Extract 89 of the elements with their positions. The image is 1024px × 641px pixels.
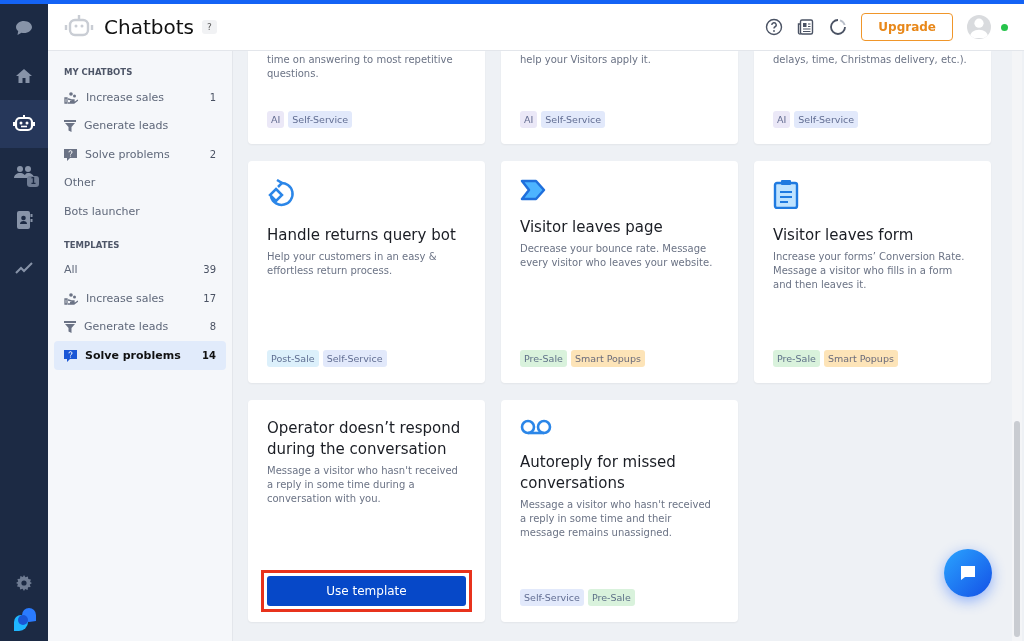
sidebar-item[interactable]: Generate leads	[54, 111, 226, 140]
hand-coins-icon	[64, 90, 78, 104]
chat-icon	[959, 564, 977, 582]
sidebar-item[interactable]: All 39	[54, 255, 226, 284]
card-description: Decrease your bounce rate. Message every visitor who leaves your website.	[520, 242, 714, 270]
people-icon	[14, 165, 34, 179]
sidebar-item[interactable]: Generate leads 8	[54, 312, 226, 341]
help-button[interactable]: ?	[201, 20, 217, 34]
scrollbar[interactable]	[1012, 51, 1022, 641]
item-label: Increase sales	[86, 291, 166, 305]
item-label: Generate leads	[84, 119, 170, 133]
card-description: Message a visitor who hasn't received a reply in some time and their message remains unassigned.	[520, 498, 712, 540]
chart-line-icon	[15, 262, 33, 274]
card-description: help your Visitors apply it.	[520, 53, 652, 67]
tag: Pre-Sale	[773, 350, 820, 367]
item-label: All	[64, 263, 79, 277]
template-card[interactable]: time on answering to most repetitive questions. AI Self-Service	[248, 51, 485, 144]
template-card[interactable]: Handle returns query bot Help your customers in an easy & effortless return process. Post-Sale Self-Service	[248, 161, 485, 383]
tag: Self-Service	[322, 350, 387, 367]
sidebar-item[interactable]: Other	[54, 168, 226, 197]
page-title: Chatbots	[104, 15, 194, 39]
voicemail-icon	[520, 418, 552, 436]
item-count: 2	[209, 148, 216, 160]
count-badge: 1	[27, 176, 39, 187]
question-bubble-icon	[64, 348, 77, 362]
use-template-button[interactable]: Use template	[267, 576, 466, 606]
settings-icon[interactable]	[16, 575, 32, 591]
card-description: time on answering to most repetitive questions.	[267, 53, 454, 81]
card-description: Increase your forms’ Conversion Rate. Message a visitor who fills in a form and then leaves it.	[773, 250, 966, 292]
sidebar-item[interactable]: Bots launcher	[54, 197, 226, 226]
tag: Self-Service	[794, 111, 859, 128]
newspaper-icon[interactable]	[797, 18, 816, 36]
tag: Pre-Sale	[520, 350, 567, 367]
item-label: Solve problems	[85, 147, 171, 161]
card-title: Operator doesn’t respond during the conversation	[267, 418, 462, 460]
help-icon[interactable]	[765, 18, 784, 36]
sidebar-item[interactable]: Solve problems 14	[54, 341, 226, 370]
card-description: delays, time, Christmas delivery, etc.).	[773, 53, 968, 67]
hand-coins-icon	[64, 291, 78, 305]
template-card[interactable]: Visitor leaves form Increase your forms’ Conversion Rate. Message a visitor who fills in a form and then leaves it. Pre-Sale Smart Popups	[754, 161, 991, 383]
section-heading: MY CHATBOTS	[63, 66, 134, 79]
card-title: Autoreply for missed conversations	[520, 452, 677, 494]
tag: Self-Service	[288, 111, 353, 128]
item-label: Increase sales	[86, 90, 166, 104]
card-description: Message a visitor who hasn't received a reply in some time during a conversation with you.	[267, 464, 459, 506]
item-count: 8	[209, 321, 216, 333]
clipboard-icon	[773, 179, 799, 209]
card-title: Visitor leaves page	[520, 217, 664, 238]
tag: AI	[520, 111, 538, 128]
progress-ring-icon[interactable]	[829, 18, 848, 36]
tag: Self-Service	[541, 111, 606, 128]
tag: Smart Popups	[823, 350, 898, 367]
item-count: 1	[209, 91, 216, 103]
question-bubble-icon	[64, 147, 77, 161]
item-label: Bots launcher	[64, 204, 141, 218]
template-card[interactable]: Operator doesn’t respond during the conversation Message a visitor who hasn't received a reply in some time during a conversation with you. Use template	[248, 400, 485, 622]
item-label: Other	[64, 176, 97, 190]
address-book-icon	[15, 210, 33, 230]
tag: Smart Popups	[570, 350, 645, 367]
funnel-icon	[64, 119, 76, 133]
tag: Self-Service	[520, 589, 584, 606]
home-icon	[15, 68, 33, 84]
rail-item[interactable]	[0, 100, 48, 148]
tag: AI	[773, 111, 791, 128]
item-label: Generate leads	[84, 320, 170, 334]
tag: Pre-Sale	[587, 589, 635, 606]
card-description: Help your customers in an easy & effortless return process.	[267, 250, 438, 278]
chat-button[interactable]	[944, 549, 992, 597]
tag: Post-Sale	[267, 350, 319, 367]
card-title: Visitor leaves form	[773, 225, 915, 246]
return-arrow-icon	[267, 179, 297, 209]
item-count: 39	[203, 264, 216, 276]
template-card[interactable]: help your Visitors apply it. AI Self-Service	[501, 51, 738, 144]
item-count: 14	[202, 349, 216, 361]
chat-icon	[15, 20, 33, 36]
item-label: Solve problems	[85, 348, 182, 362]
sidebar-item[interactable]: Increase sales 17	[54, 284, 226, 313]
section-heading: TEMPLATES	[63, 238, 121, 252]
sidebar-item[interactable]: Solve problems 2	[54, 140, 226, 169]
funnel-icon	[64, 320, 76, 334]
template-card[interactable]: Visitor leaves page Decrease your bounce rate. Message every visitor who leaves your website. Pre-Sale Smart Popups	[501, 161, 738, 383]
card-title: Handle returns query bot	[267, 225, 457, 246]
template-card[interactable]: Autoreply for missed conversations Message a visitor who hasn't received a reply in some time and their message remains unassigned. Self-Service Pre-Sale	[501, 400, 738, 622]
item-count: 17	[203, 292, 216, 304]
chevron-icon	[520, 179, 546, 201]
tag: AI	[267, 111, 285, 128]
template-card[interactable]: delays, time, Christmas delivery, etc.). AI Self-Service	[754, 51, 991, 144]
sidebar-item[interactable]: Increase sales 1	[54, 83, 226, 112]
robot-icon	[13, 114, 35, 134]
